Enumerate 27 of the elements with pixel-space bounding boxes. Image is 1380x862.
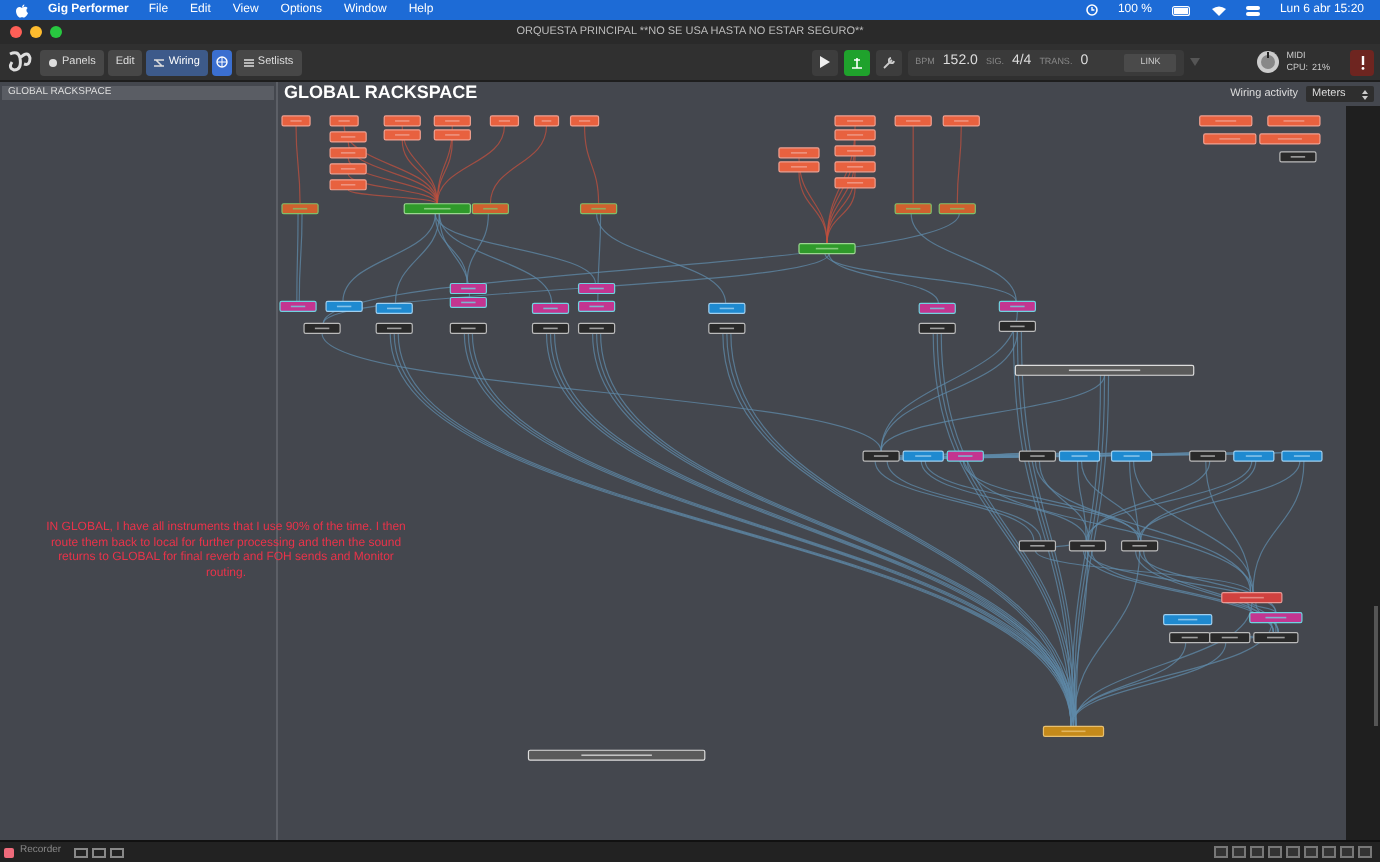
minimize-button[interactable] bbox=[30, 26, 42, 38]
battery-icon[interactable] bbox=[1171, 5, 1192, 15]
globe-icon bbox=[215, 56, 228, 68]
settings-button[interactable] bbox=[875, 49, 902, 75]
wrench-icon bbox=[881, 55, 896, 69]
clock-icon[interactable] bbox=[1085, 4, 1098, 16]
panic-button[interactable] bbox=[1350, 49, 1374, 75]
panels-icon bbox=[48, 57, 58, 67]
record-icon[interactable] bbox=[4, 847, 14, 857]
wiring-icon bbox=[154, 57, 165, 67]
rackspace-title: GLOBAL RACKSPACE bbox=[284, 80, 478, 107]
play-icon bbox=[819, 56, 830, 68]
scrollbar-thumb[interactable] bbox=[1374, 606, 1378, 726]
global-button[interactable] bbox=[211, 49, 232, 75]
tuner-icon bbox=[849, 55, 864, 69]
apple-icon[interactable] bbox=[16, 3, 28, 17]
chevron-icon bbox=[1362, 89, 1368, 99]
exclamation-icon bbox=[1359, 55, 1365, 69]
control-center-icon[interactable] bbox=[1245, 5, 1260, 15]
wifi-icon[interactable] bbox=[1211, 5, 1226, 15]
volume-knob-icon[interactable] bbox=[1256, 50, 1281, 74]
play-button[interactable] bbox=[811, 49, 838, 75]
list-icon bbox=[243, 57, 254, 67]
tuner-button[interactable] bbox=[843, 49, 870, 75]
zoom-button[interactable] bbox=[50, 26, 62, 38]
close-button[interactable] bbox=[10, 26, 22, 38]
logo-icon bbox=[6, 50, 34, 74]
